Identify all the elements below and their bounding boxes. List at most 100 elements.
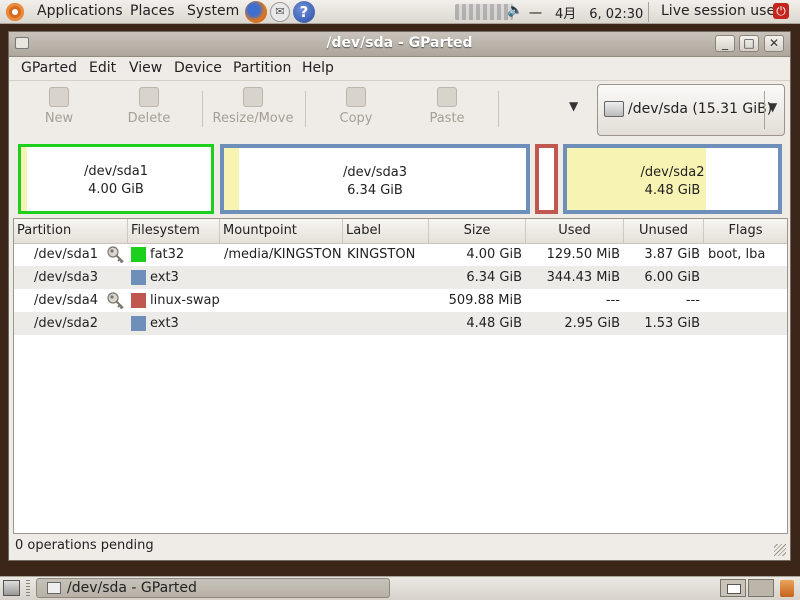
close-button[interactable]: ✕ [764, 35, 784, 52]
table-row[interactable]: /dev/sda1 fat32/media/KINGSTON KINGSTON 4.0… [14, 243, 787, 266]
filesystem-color-swatch [131, 293, 146, 308]
cell-unused: 6.00 GiB [644, 270, 700, 285]
table-row[interactable]: /dev/sda3 ext3 6.34 GiB 344.43 MiB 6.00 GiB [14, 266, 787, 289]
resize-grip-icon[interactable] [774, 544, 786, 556]
workspace-1[interactable] [720, 579, 746, 597]
device-selector[interactable]: /dev/sda (15.31 GiB) ▼ [597, 84, 785, 136]
cell-fs: ext3 [150, 316, 179, 331]
graph-partition-sda3[interactable]: /dev/sda3 6.34 GiB [220, 144, 530, 214]
taskbar-grip[interactable] [26, 580, 30, 597]
places-menu[interactable]: Places [130, 3, 175, 19]
resize-move-icon [243, 87, 263, 107]
trash-icon[interactable] [780, 580, 794, 597]
minimize-button[interactable]: _ [715, 35, 735, 52]
cell-label: KINGSTON [347, 247, 416, 262]
copy-icon [346, 87, 366, 107]
graph-partition-sda1[interactable]: /dev/sda1 4.00 GiB [18, 144, 214, 214]
new-button[interactable]: New [29, 83, 89, 133]
statusbar: 0 operations pending [13, 536, 788, 558]
system-menu[interactable]: System [187, 3, 239, 19]
header-filesystem[interactable]: Filesystem [128, 219, 220, 243]
cell-flags [708, 289, 786, 312]
key-icon [106, 245, 126, 264]
header-size[interactable]: Size [429, 219, 526, 243]
window-title: /dev/sda - GParted [326, 35, 473, 51]
table-row[interactable]: /dev/sda2 ext3 4.48 GiB 2.95 GiB 1.53 GiB [14, 312, 787, 335]
firefox-icon[interactable] [245, 1, 267, 23]
paste-label: Paste [429, 111, 465, 126]
applications-menu[interactable]: Applications [37, 3, 123, 19]
cell-size: 6.34 GiB [466, 270, 522, 285]
cell-partition: /dev/sda2 [34, 316, 98, 331]
taskbar-window-button[interactable]: /dev/sda - GParted [36, 578, 390, 598]
cell-fs: fat32 [150, 247, 185, 262]
ubuntu-logo-icon[interactable] [6, 3, 24, 21]
cell-partition: /dev/sda3 [34, 270, 98, 285]
menu-gparted[interactable]: GParted [21, 60, 77, 76]
graph-partition-size: 4.00 GiB [88, 182, 144, 197]
mail-icon[interactable]: ✉ [270, 2, 290, 22]
resize-move-label: Resize/Move [212, 111, 294, 126]
cell-unused: 1.53 GiB [644, 316, 700, 331]
toolbar-separator [202, 91, 203, 127]
graph-partition-name: /dev/sda2 [640, 165, 705, 180]
menu-edit[interactable]: Edit [89, 60, 116, 76]
menu-help[interactable]: Help [302, 60, 334, 76]
menubar: GParted Edit View Device Partition Help [9, 56, 790, 80]
help-icon[interactable]: ? [293, 1, 315, 23]
header-used[interactable]: Used [526, 219, 624, 243]
header-mountpoint[interactable]: Mountpoint [220, 219, 343, 243]
menu-partition[interactable]: Partition [233, 60, 291, 76]
bottom-panel: /dev/sda - GParted [0, 576, 800, 600]
delete-button[interactable]: Delete [119, 83, 179, 133]
maximize-button[interactable]: □ [739, 35, 759, 52]
cell-mount [224, 289, 342, 312]
menu-view[interactable]: View [129, 60, 162, 76]
harddisk-icon [604, 101, 624, 117]
cell-label [347, 289, 427, 312]
graph-partition-sda4[interactable] [535, 144, 558, 214]
cell-flags [708, 266, 786, 289]
show-desktop-icon[interactable] [3, 580, 20, 596]
partition-graph: /dev/sda1 4.00 GiB /dev/sda3 6.34 GiB /d… [13, 144, 786, 214]
cell-mount [224, 312, 342, 335]
delete-icon [139, 87, 159, 107]
workspace-2[interactable] [748, 579, 774, 597]
cell-label [347, 312, 427, 335]
header-label[interactable]: Label [343, 219, 429, 243]
table-row[interactable]: /dev/sda4 linux-swap 509.88 MiB --- --- [14, 289, 787, 312]
table-header: Partition Filesystem Mountpoint Label Si… [14, 219, 787, 244]
volume-icon[interactable]: 🔈 [507, 3, 525, 19]
toolbar-separator [305, 91, 306, 127]
toolbar-separator [498, 91, 499, 127]
paste-button[interactable]: Paste [417, 83, 477, 133]
graph-partition-name: /dev/sda1 [84, 164, 148, 179]
cell-fs: ext3 [150, 270, 179, 285]
cell-size: 4.00 GiB [466, 247, 522, 262]
cell-unused: --- [685, 293, 700, 308]
chevron-down-icon: ▼ [768, 100, 778, 114]
toolbar-overflow-chevron-icon[interactable]: ▼ [569, 99, 578, 113]
copy-label: Copy [339, 111, 373, 126]
paste-icon [437, 87, 457, 107]
clock[interactable]: 一 4月 6, 02:30 [529, 3, 643, 22]
window-icon [47, 582, 61, 594]
cell-used: 129.50 MiB [546, 247, 620, 262]
copy-button[interactable]: Copy [326, 83, 386, 133]
power-icon[interactable]: ⏻ [773, 3, 789, 19]
cell-partition: /dev/sda4 [34, 293, 98, 308]
session-user[interactable]: Live session user [661, 3, 781, 19]
menu-device[interactable]: Device [174, 60, 222, 76]
new-label: New [44, 111, 74, 126]
cell-used: 344.43 MiB [546, 270, 620, 285]
tray-devices-icon[interactable] [455, 4, 513, 20]
header-unused[interactable]: Unused [624, 219, 704, 243]
resize-move-button[interactable]: Resize/Move [212, 83, 294, 133]
header-partition[interactable]: Partition [14, 219, 128, 243]
cell-partition: /dev/sda1 [34, 247, 98, 262]
partition-table: Partition Filesystem Mountpoint Label Si… [13, 218, 788, 534]
filesystem-color-swatch [131, 270, 146, 285]
titlebar[interactable]: /dev/sda - GParted _ □ ✕ [9, 32, 790, 57]
header-flags[interactable]: Flags [704, 219, 787, 243]
graph-partition-sda2[interactable]: /dev/sda2 4.48 GiB [563, 144, 782, 214]
